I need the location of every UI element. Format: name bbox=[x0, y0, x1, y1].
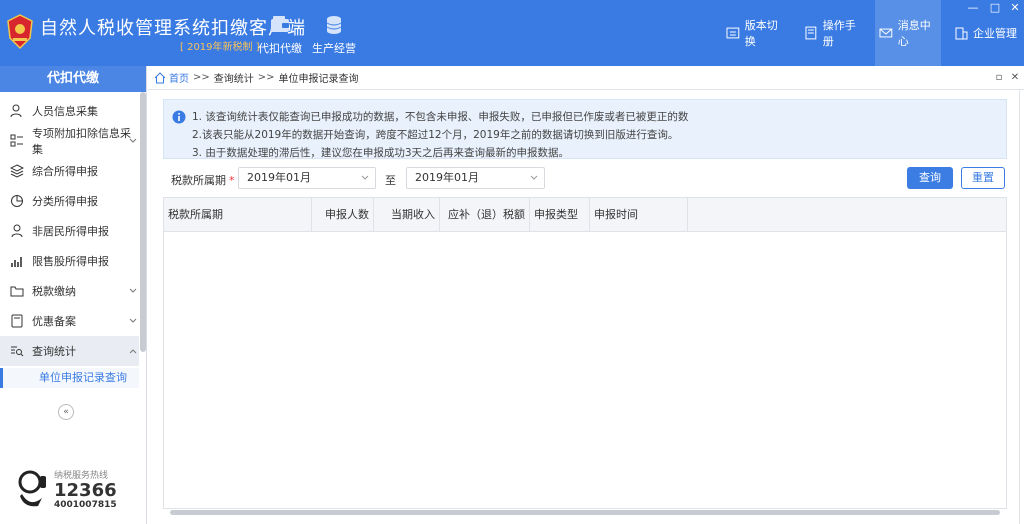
close-button[interactable]: ✕ bbox=[1008, 2, 1022, 14]
sidebar-item-label: 查询统计 bbox=[32, 345, 76, 358]
sidebar-item-tax-payment[interactable]: 税款缴纳 bbox=[0, 276, 139, 306]
breadcrumb-home[interactable]: 首页 bbox=[169, 70, 189, 85]
column-header-tax-due[interactable]: 应补（退）税额 bbox=[440, 198, 530, 232]
info-icon bbox=[172, 110, 186, 124]
nav-version-switch[interactable]: 版本切换 bbox=[726, 0, 788, 66]
sidebar: 代扣代缴 人员信息采集 专项附加扣除信息采集 综合所得申报 分类所得申报 非居民… bbox=[0, 66, 147, 524]
book-icon bbox=[805, 26, 817, 40]
pane-close-button[interactable]: ✕ bbox=[1010, 73, 1020, 83]
sidebar-item-label: 人员信息采集 bbox=[32, 105, 98, 118]
nav-label: 版本切换 bbox=[744, 19, 778, 48]
sidebar-item-query-stats[interactable]: 查询统计 bbox=[0, 336, 139, 366]
breadcrumb: 首页 >> 查询统计 >> 单位申报记录查询 ▫ ✕ bbox=[148, 66, 1024, 90]
building-icon bbox=[955, 27, 968, 40]
chevron-down-icon bbox=[361, 175, 369, 180]
tax-period-label-text: 税款所属期 bbox=[171, 174, 226, 187]
headset-icon bbox=[18, 470, 46, 507]
nav-label: 消息中心 bbox=[897, 19, 931, 48]
tax-period-label: 税款所属期 * bbox=[171, 172, 235, 188]
folder-icon bbox=[10, 286, 24, 297]
sidebar-item-preferential[interactable]: 优惠备案 bbox=[0, 306, 139, 336]
notice-box: 1. 该查询统计表仅能查询已申报成功的数据，不包含未申报、申报失败，已申报但已作… bbox=[163, 99, 1007, 159]
pie-icon bbox=[11, 195, 23, 207]
tax-period-to-select[interactable]: 2019年01月 bbox=[406, 167, 545, 189]
tax-period-from-value: 2019年01月 bbox=[247, 171, 311, 184]
sidebar-item-label: 税款缴纳 bbox=[32, 285, 76, 298]
chevron-down-icon bbox=[129, 288, 137, 293]
notice-line-1: 1. 该查询统计表仅能查询已申报成功的数据，不包含未申报、申报失败，已申报但已作… bbox=[192, 111, 689, 123]
sidebar-item-label: 优惠备案 bbox=[32, 315, 76, 328]
sidebar-subitem-unit-declaration-query[interactable]: 单位申报记录查询 bbox=[0, 368, 139, 388]
chevron-down-icon bbox=[129, 318, 137, 323]
sidebar-item-comprehensive[interactable]: 综合所得申报 bbox=[0, 156, 139, 186]
breadcrumb-item[interactable]: 查询统计 bbox=[214, 70, 254, 85]
person-icon bbox=[10, 104, 22, 118]
home-icon bbox=[154, 71, 166, 83]
sidebar-item-person-info[interactable]: 人员信息采集 bbox=[0, 96, 139, 126]
table-horizontal-scrollbar[interactable] bbox=[170, 510, 1000, 515]
nav-message-center[interactable]: 消息中心 bbox=[875, 0, 941, 66]
notice-line-2: 2.该表只能从2019年的数据开始查询，跨度不超过12个月，2019年之前的数据… bbox=[192, 129, 679, 141]
minimize-button[interactable]: — bbox=[966, 2, 980, 14]
app-subtitle: [ 2019年新税制 ] bbox=[180, 42, 260, 53]
tax-period-to-value: 2019年01月 bbox=[415, 171, 479, 184]
range-to-label: 至 bbox=[385, 174, 396, 187]
sidebar-item-classified[interactable]: 分类所得申报 bbox=[0, 186, 139, 216]
nav-label: 企业管理 bbox=[973, 27, 1017, 40]
bar-chart-icon bbox=[11, 257, 22, 267]
column-header-declaration-type[interactable]: 申报类型 bbox=[530, 198, 590, 232]
layers-icon bbox=[10, 164, 24, 178]
table-header: 税款所属期 申报人数 当期收入 应补（退）税额 申报类型 申报时间 bbox=[164, 198, 1006, 232]
right-edge-divider bbox=[1019, 90, 1020, 524]
maximize-button[interactable]: □ bbox=[988, 2, 1002, 14]
mail-icon bbox=[879, 28, 893, 38]
column-header-tax-period[interactable]: 税款所属期 bbox=[164, 198, 312, 232]
sidebar-item-label: 非居民所得申报 bbox=[32, 225, 109, 238]
nav-manual[interactable]: 操作手册 bbox=[804, 0, 866, 66]
coins-icon bbox=[326, 16, 342, 34]
tax-period-from-select[interactable]: 2019年01月 bbox=[238, 167, 376, 189]
sidebar-item-label: 专项附加扣除信息采集 bbox=[32, 127, 131, 156]
app-header: 自然人税收管理系统扣缴客户端 [ 2019年新税制 ] 代扣代缴 生产经营 版本… bbox=[0, 0, 1024, 66]
grid-icon bbox=[10, 134, 23, 147]
sidebar-item-label: 限售股所得申报 bbox=[32, 255, 109, 268]
sidebar-item-restricted-stock[interactable]: 限售股所得申报 bbox=[0, 246, 139, 276]
tax-emblem-icon bbox=[7, 14, 33, 50]
notice-line-3: 3. 由于数据处理的滞后性，建议您在申报成功3天之后再来查询最新的申报数据。 bbox=[192, 147, 570, 159]
results-table: 税款所属期 申报人数 当期收入 应补（退）税额 申报类型 申报时间 bbox=[163, 197, 1007, 509]
collapse-sidebar-button[interactable]: « bbox=[58, 404, 74, 420]
wallet-icon bbox=[271, 16, 289, 32]
hotline-alt-number: 4001007815 bbox=[54, 500, 117, 510]
chevron-down-icon bbox=[129, 138, 137, 143]
sidebar-header: 代扣代缴 bbox=[0, 66, 146, 92]
topnav-daikou[interactable]: 代扣代缴 bbox=[254, 14, 306, 56]
pane-restore-button[interactable]: ▫ bbox=[994, 73, 1004, 83]
search-list-icon bbox=[11, 346, 24, 357]
hotline-block: 纳税服务热线 12366 4001007815 bbox=[16, 464, 136, 514]
sidebar-item-label: 综合所得申报 bbox=[32, 165, 98, 178]
reset-button[interactable]: 重置 bbox=[961, 167, 1005, 189]
hotline-number: 12366 bbox=[54, 480, 117, 501]
topnav-shengchan[interactable]: 生产经营 bbox=[308, 14, 360, 56]
column-header-declaration-time[interactable]: 申报时间 bbox=[590, 198, 688, 232]
column-header-declarant-count[interactable]: 申报人数 bbox=[312, 198, 374, 232]
required-mark: * bbox=[229, 174, 235, 187]
user-icon bbox=[11, 224, 23, 238]
document-icon bbox=[11, 314, 23, 328]
breadcrumb-separator: >> bbox=[193, 72, 210, 83]
column-header-current-income[interactable]: 当期收入 bbox=[374, 198, 440, 232]
chevron-up-icon bbox=[129, 349, 137, 354]
breadcrumb-separator: >> bbox=[257, 72, 275, 83]
breadcrumb-current: 单位申报记录查询 bbox=[278, 74, 359, 85]
topnav-label: 生产经营 bbox=[312, 42, 356, 55]
sidebar-item-special-deduction[interactable]: 专项附加扣除信息采集 bbox=[0, 126, 139, 156]
sidebar-item-label: 分类所得申报 bbox=[32, 195, 98, 208]
chevron-down-icon bbox=[530, 175, 538, 180]
nav-label: 操作手册 bbox=[822, 19, 856, 48]
sidebar-scrollbar[interactable] bbox=[140, 92, 146, 352]
switch-icon bbox=[726, 27, 740, 39]
topnav-label: 代扣代缴 bbox=[258, 42, 302, 55]
query-button[interactable]: 查询 bbox=[907, 167, 953, 189]
sidebar-item-nonresident[interactable]: 非居民所得申报 bbox=[0, 216, 139, 246]
